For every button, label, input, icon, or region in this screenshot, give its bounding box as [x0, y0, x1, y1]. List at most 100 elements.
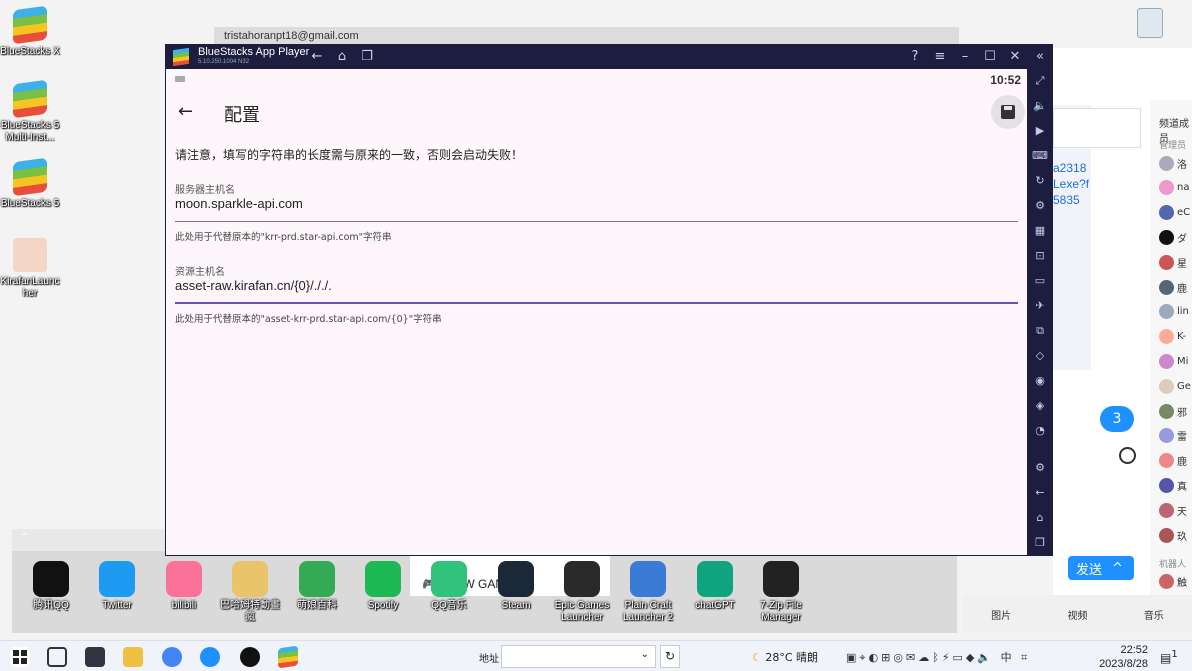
- address-dropdown-icon[interactable]: ⌄: [641, 649, 649, 660]
- shelf-collapse-icon[interactable]: ^: [20, 532, 28, 543]
- member-item[interactable]: 鹿: [1159, 453, 1192, 469]
- address-input[interactable]: ⌄: [501, 645, 656, 668]
- shelf-header[interactable]: ^: [12, 529, 165, 551]
- member-item[interactable]: 雷: [1159, 428, 1192, 444]
- history-clock-icon[interactable]: [1119, 447, 1136, 464]
- member-item[interactable]: ダ: [1159, 229, 1192, 245]
- shelf-app[interactable]: bilibili: [151, 561, 217, 612]
- taskbar-clock[interactable]: 22:52 2023/8/28: [1098, 643, 1148, 671]
- desktop-icon-kirafan-launcher[interactable]: KirafanLauncher: [0, 238, 60, 300]
- close-icon[interactable]: ✕: [1006, 48, 1024, 66]
- shelf-app[interactable]: 7-Zip File Manager: [748, 561, 814, 624]
- chrome-icon[interactable]: [162, 647, 182, 667]
- shelf-app[interactable]: 腾讯QQ: [18, 561, 84, 612]
- member-item[interactable]: 星: [1159, 254, 1192, 270]
- member-item[interactable]: eC: [1159, 205, 1192, 221]
- save-button[interactable]: [991, 95, 1025, 129]
- chat-link-text[interactable]: a2318 Lexe?f 5835: [1053, 160, 1089, 208]
- tab-videos[interactable]: 视频: [1067, 607, 1087, 622]
- bluestacks-logo-icon: [173, 47, 189, 67]
- shelf-app[interactable]: Plain Craft Launcher 2: [615, 561, 681, 624]
- unread-count-badge[interactable]: 3: [1100, 406, 1134, 432]
- member-item[interactable]: 天: [1159, 502, 1192, 518]
- home-icon[interactable]: ⌂: [333, 48, 351, 66]
- rotate-icon[interactable]: ↻: [1031, 172, 1049, 190]
- shelf-app[interactable]: Twitter: [84, 561, 150, 612]
- back-arrow-icon[interactable]: ←: [178, 101, 193, 122]
- bluestacks-titlebar[interactable]: BlueStacks App Player 5.10.250.1004 N32 …: [165, 44, 1053, 69]
- collapse-sidebar-icon[interactable]: «: [1031, 48, 1049, 66]
- layers-icon[interactable]: ◈: [1031, 397, 1049, 415]
- multi-instance-icon[interactable]: ⧉: [1031, 322, 1049, 340]
- member-item[interactable]: 鹿: [1159, 279, 1192, 295]
- volume-icon[interactable]: 🔈: [1031, 97, 1049, 115]
- settings-icon[interactable]: ⚙: [1031, 459, 1049, 477]
- member-item[interactable]: K-: [1159, 329, 1192, 345]
- member-item[interactable]: lin: [1159, 304, 1192, 320]
- server-host-input[interactable]: moon.sparkle-api.com: [175, 196, 303, 211]
- member-item[interactable]: 触: [1159, 573, 1192, 589]
- avatar: [1159, 573, 1174, 589]
- folder-icon[interactable]: ▭: [1031, 272, 1049, 290]
- bluestacks-taskbar-icon[interactable]: [278, 645, 298, 669]
- member-item[interactable]: 玖: [1159, 527, 1192, 543]
- notification-center-icon[interactable]: ▤1: [1160, 649, 1178, 665]
- eraser-icon[interactable]: ◇: [1031, 347, 1049, 365]
- send-button[interactable]: 发送 ^: [1068, 556, 1134, 580]
- shelf-app[interactable]: Epic Games Launcher: [549, 561, 615, 624]
- avatar: [1159, 527, 1174, 543]
- shelf-app[interactable]: chatGPT: [682, 561, 748, 612]
- member-item[interactable]: 洛: [1159, 155, 1192, 171]
- file-explorer-icon[interactable]: [123, 647, 143, 667]
- screenshot-icon[interactable]: ⊡: [1031, 247, 1049, 265]
- send-options-chevron-icon[interactable]: ^: [1112, 561, 1123, 576]
- minimize-icon[interactable]: –: [956, 48, 974, 66]
- macro-icon[interactable]: ▦: [1031, 222, 1049, 240]
- member-item[interactable]: Ge: [1159, 378, 1192, 394]
- fullscreen-icon[interactable]: ⤢: [1031, 72, 1049, 90]
- desktop-icon-bluestacks-5[interactable]: BlueStacks 5: [0, 157, 60, 210]
- shelf-app[interactable]: 萌娘百科: [284, 561, 350, 612]
- member-item[interactable]: 邪: [1159, 403, 1192, 419]
- android-home-icon[interactable]: ⌂: [1031, 509, 1049, 527]
- back-arrow-icon[interactable]: ←: [308, 48, 326, 66]
- menu-icon[interactable]: ≡: [931, 48, 949, 66]
- location-icon[interactable]: ◉: [1031, 372, 1049, 390]
- tab-music[interactable]: 音乐: [1144, 607, 1164, 622]
- hash-app-icon[interactable]: [200, 647, 220, 667]
- send-button-label: 发送: [1076, 562, 1103, 578]
- shelf-app[interactable]: QQ音乐: [416, 561, 482, 612]
- member-item[interactable]: Mi: [1159, 353, 1192, 369]
- desktop-icon-bluestacks-multi[interactable]: BlueStacks 5 Multi-Inst...: [0, 79, 60, 144]
- android-recents-icon[interactable]: ❐: [1031, 534, 1049, 552]
- keyboard-grid-icon[interactable]: ⌗: [1021, 651, 1030, 664]
- recent-apps-icon[interactable]: ❐: [358, 48, 376, 66]
- shelf-app[interactable]: Steam: [483, 561, 549, 612]
- ime-indicator[interactable]: 中: [1001, 651, 1015, 664]
- help-icon[interactable]: ?: [906, 48, 924, 66]
- recycle-bin-icon[interactable]: [1137, 8, 1163, 38]
- taskbar-app-icon[interactable]: [85, 647, 105, 667]
- media-icon[interactable]: ▶: [1031, 122, 1049, 140]
- shelf-app[interactable]: Spotify: [350, 561, 416, 612]
- address-refresh-icon[interactable]: ↻: [660, 645, 680, 668]
- system-tray[interactable]: ▣⌖◐⊞◎✉☁ᛒ⚡▭◆🔈 中 ⌗: [846, 649, 1030, 665]
- maximize-icon[interactable]: ☐: [981, 48, 999, 66]
- qq-icon[interactable]: [240, 647, 260, 667]
- airplane-mode-icon[interactable]: ✈: [1031, 297, 1049, 315]
- background-browser-window[interactable]: tristahoranpt18@gmail.com: [214, 27, 959, 45]
- eco-mode-icon[interactable]: ◔: [1031, 422, 1049, 440]
- shelf-app[interactable]: 巴哈姆特動畫瘋: [217, 561, 283, 624]
- tray-icons[interactable]: ▣⌖◐⊞◎✉☁ᛒ⚡▭◆🔈: [846, 651, 994, 664]
- tab-images[interactable]: 图片: [991, 607, 1011, 622]
- weather-widget[interactable]: ☾ 28°C 晴朗: [752, 649, 818, 665]
- game-controls-icon[interactable]: ⚙: [1031, 197, 1049, 215]
- android-back-icon[interactable]: ←: [1031, 484, 1049, 502]
- keyboard-icon[interactable]: ⌨: [1031, 147, 1049, 165]
- windows-start-icon[interactable]: [10, 647, 30, 667]
- asset-host-input[interactable]: asset-raw.kirafan.cn/{0}/././.: [175, 278, 332, 293]
- member-item[interactable]: 真: [1159, 477, 1192, 493]
- desktop-icon-bluestacks-x[interactable]: BlueStacks X: [0, 5, 60, 58]
- task-view-icon[interactable]: [47, 647, 67, 667]
- member-item[interactable]: na: [1159, 180, 1192, 196]
